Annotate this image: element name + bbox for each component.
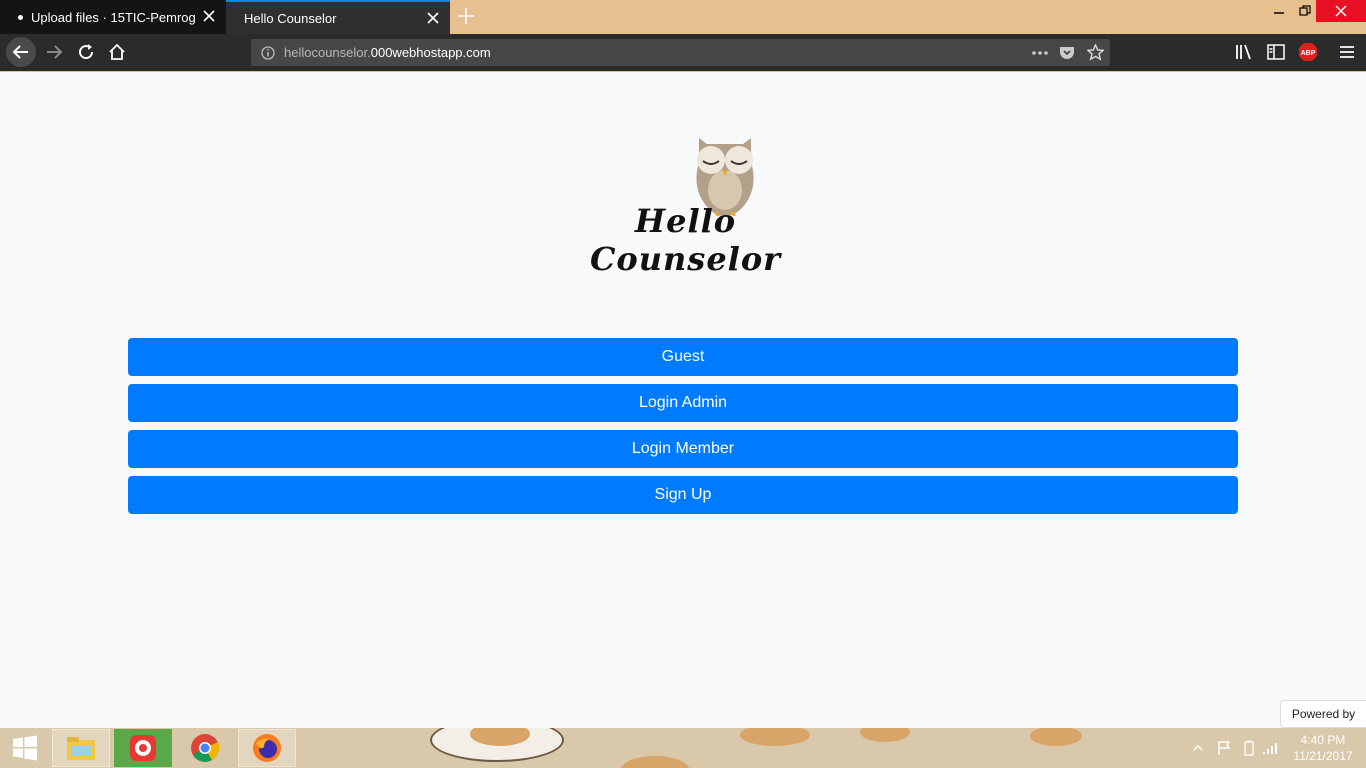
login-admin-button[interactable]: Login Admin	[128, 384, 1238, 422]
firefox-icon	[253, 734, 281, 762]
tab-title: Hello Counselor	[244, 10, 337, 26]
sidebar-button[interactable]	[1262, 38, 1290, 66]
tab-hello-counselor[interactable]: Hello Counselor	[226, 0, 450, 34]
taskbar-clock[interactable]: 4:40 PM 11/21/2017	[1288, 732, 1358, 764]
url-text: hellocounselor.000webhostapp.com	[284, 45, 491, 60]
tab-upload-files[interactable]: Upload files · 15TIC-Pemrograman	[0, 0, 226, 34]
menu-icon	[1340, 46, 1354, 58]
taskbar-screen-recorder[interactable]	[114, 729, 172, 767]
adblock-button[interactable]: ABP	[1294, 38, 1322, 66]
browser-titlebar: Upload files · 15TIC-Pemrograman Hello C…	[0, 0, 1366, 34]
url-prefix: hellocounselor.	[284, 45, 371, 60]
menu-button[interactable]	[1333, 38, 1361, 66]
tab-title: Upload files · 15TIC-Pemrograman	[31, 9, 196, 25]
wallpaper-yolk	[620, 756, 690, 768]
pocket-icon[interactable]	[1059, 45, 1075, 61]
taskbar: 4:40 PM 11/21/2017	[0, 728, 1366, 768]
reload-button[interactable]	[72, 38, 100, 66]
site-logo: Hello Counselor	[573, 130, 798, 278]
info-icon[interactable]	[261, 46, 275, 60]
taskbar-chrome[interactable]	[176, 729, 234, 767]
page-content: Hello Counselor Guest Login Admin Login …	[0, 72, 1366, 728]
system-tray	[1192, 728, 1280, 768]
login-member-button[interactable]: Login Member	[128, 430, 1238, 468]
logo-text: Hello Counselor	[589, 202, 782, 278]
battery-icon[interactable]	[1244, 740, 1254, 756]
start-button[interactable]	[0, 728, 50, 768]
forward-icon	[47, 45, 63, 59]
windows-icon	[13, 735, 37, 761]
bookmark-star-icon[interactable]	[1087, 44, 1104, 61]
file-explorer-icon	[67, 737, 95, 760]
window-close-button[interactable]	[1316, 0, 1366, 22]
home-icon	[109, 43, 125, 60]
tab-close-icon[interactable]	[202, 9, 216, 23]
show-hidden-icons-icon[interactable]	[1192, 743, 1204, 753]
url-bar[interactable]: hellocounselor.000webhostapp.com	[251, 39, 1110, 66]
library-icon	[1236, 44, 1251, 60]
url-domain: 000webhostapp.com	[370, 45, 491, 60]
adblock-label: ABP	[1301, 50, 1316, 57]
guest-button[interactable]: Guest	[128, 338, 1238, 376]
adblock-icon: ABP	[1299, 43, 1317, 61]
close-icon	[1335, 5, 1347, 17]
forward-button[interactable]	[40, 38, 68, 66]
chrome-icon	[191, 734, 220, 762]
powered-by-badge[interactable]: Powered by	[1280, 700, 1366, 728]
action-center-flag-icon[interactable]	[1216, 740, 1232, 756]
back-button[interactable]	[6, 37, 36, 67]
clock-date: 11/21/2017	[1293, 749, 1353, 763]
more-icon[interactable]	[1031, 50, 1049, 56]
wallpaper-yolk	[1030, 728, 1082, 746]
taskbar-file-explorer[interactable]	[52, 729, 110, 767]
home-button[interactable]	[103, 38, 131, 66]
network-icon[interactable]	[1262, 741, 1280, 755]
minimize-icon	[1274, 12, 1284, 14]
tab-loading-dot-icon	[18, 14, 23, 20]
back-icon	[12, 45, 28, 59]
sidebar-icon	[1267, 44, 1285, 60]
clock-time: 4:40 PM	[1300, 733, 1346, 747]
taskbar-firefox[interactable]	[238, 729, 296, 767]
library-button[interactable]	[1230, 38, 1258, 66]
reload-icon	[79, 44, 94, 60]
wallpaper-yolk	[740, 728, 810, 746]
sign-up-button[interactable]: Sign Up	[128, 476, 1238, 514]
browser-toolbar: hellocounselor.000webhostapp.com ABP	[0, 34, 1366, 72]
new-tab-icon[interactable]	[456, 6, 476, 26]
wallpaper-yolk	[860, 728, 910, 742]
tab-close-icon[interactable]	[426, 11, 440, 25]
screen-recorder-icon	[130, 735, 156, 761]
restore-icon	[1299, 5, 1311, 16]
